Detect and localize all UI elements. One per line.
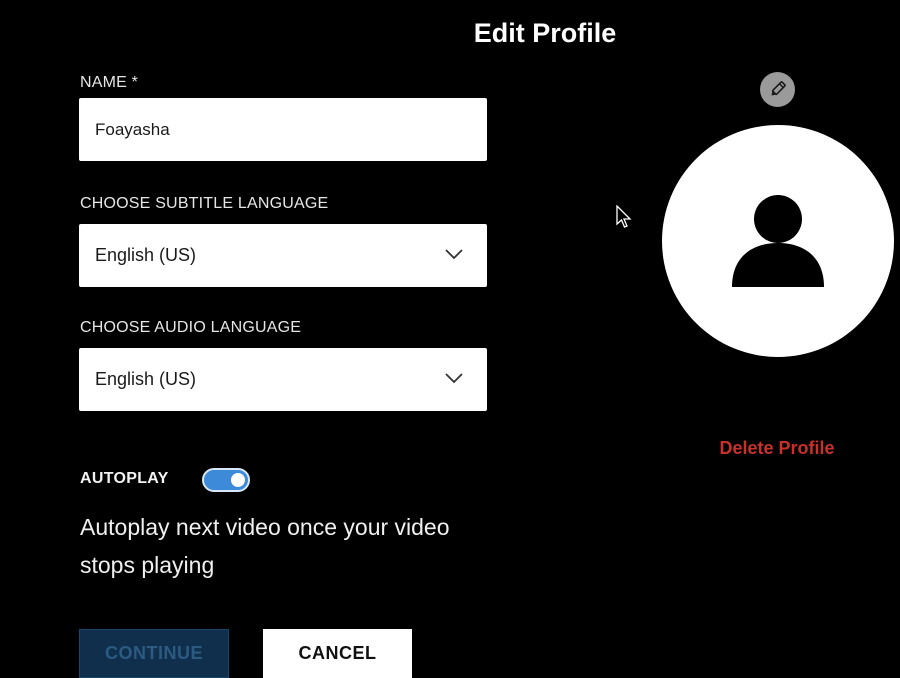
mouse-cursor-icon: [616, 205, 632, 228]
subtitle-language-select[interactable]: English (US): [79, 224, 487, 287]
autoplay-description: Autoplay next video once your video stop…: [80, 514, 450, 578]
chevron-down-icon: [445, 373, 463, 384]
delete-profile-link[interactable]: Delete Profile: [640, 438, 900, 459]
avatar[interactable]: [662, 125, 894, 357]
name-field-value: Foayasha: [95, 120, 170, 139]
subtitle-language-value: English (US): [95, 245, 197, 265]
name-label: NAME *: [80, 74, 139, 91]
audio-language-value: English (US): [95, 369, 197, 389]
autoplay-toggle[interactable]: [202, 468, 250, 492]
chevron-down-icon: [445, 249, 463, 260]
edit-profile-page: Edit Profile NAME * Foayasha CHOOSE SUBT…: [0, 0, 900, 678]
continue-button[interactable]: CONTINUE: [79, 629, 229, 678]
autoplay-label: AUTOPLAY: [80, 470, 169, 487]
toggle-knob: [231, 473, 245, 487]
audio-language-select[interactable]: English (US): [79, 348, 487, 411]
cancel-button[interactable]: CANCEL: [263, 629, 412, 678]
audio-language-label: CHOOSE AUDIO LANGUAGE: [80, 319, 302, 336]
person-icon: [732, 195, 824, 287]
page-title: Edit Profile: [473, 18, 617, 48]
edit-avatar-button[interactable]: [760, 72, 795, 107]
name-field[interactable]: Foayasha: [79, 98, 487, 161]
subtitle-language-label: CHOOSE SUBTITLE LANGUAGE: [80, 195, 329, 212]
pencil-icon: [771, 81, 786, 96]
